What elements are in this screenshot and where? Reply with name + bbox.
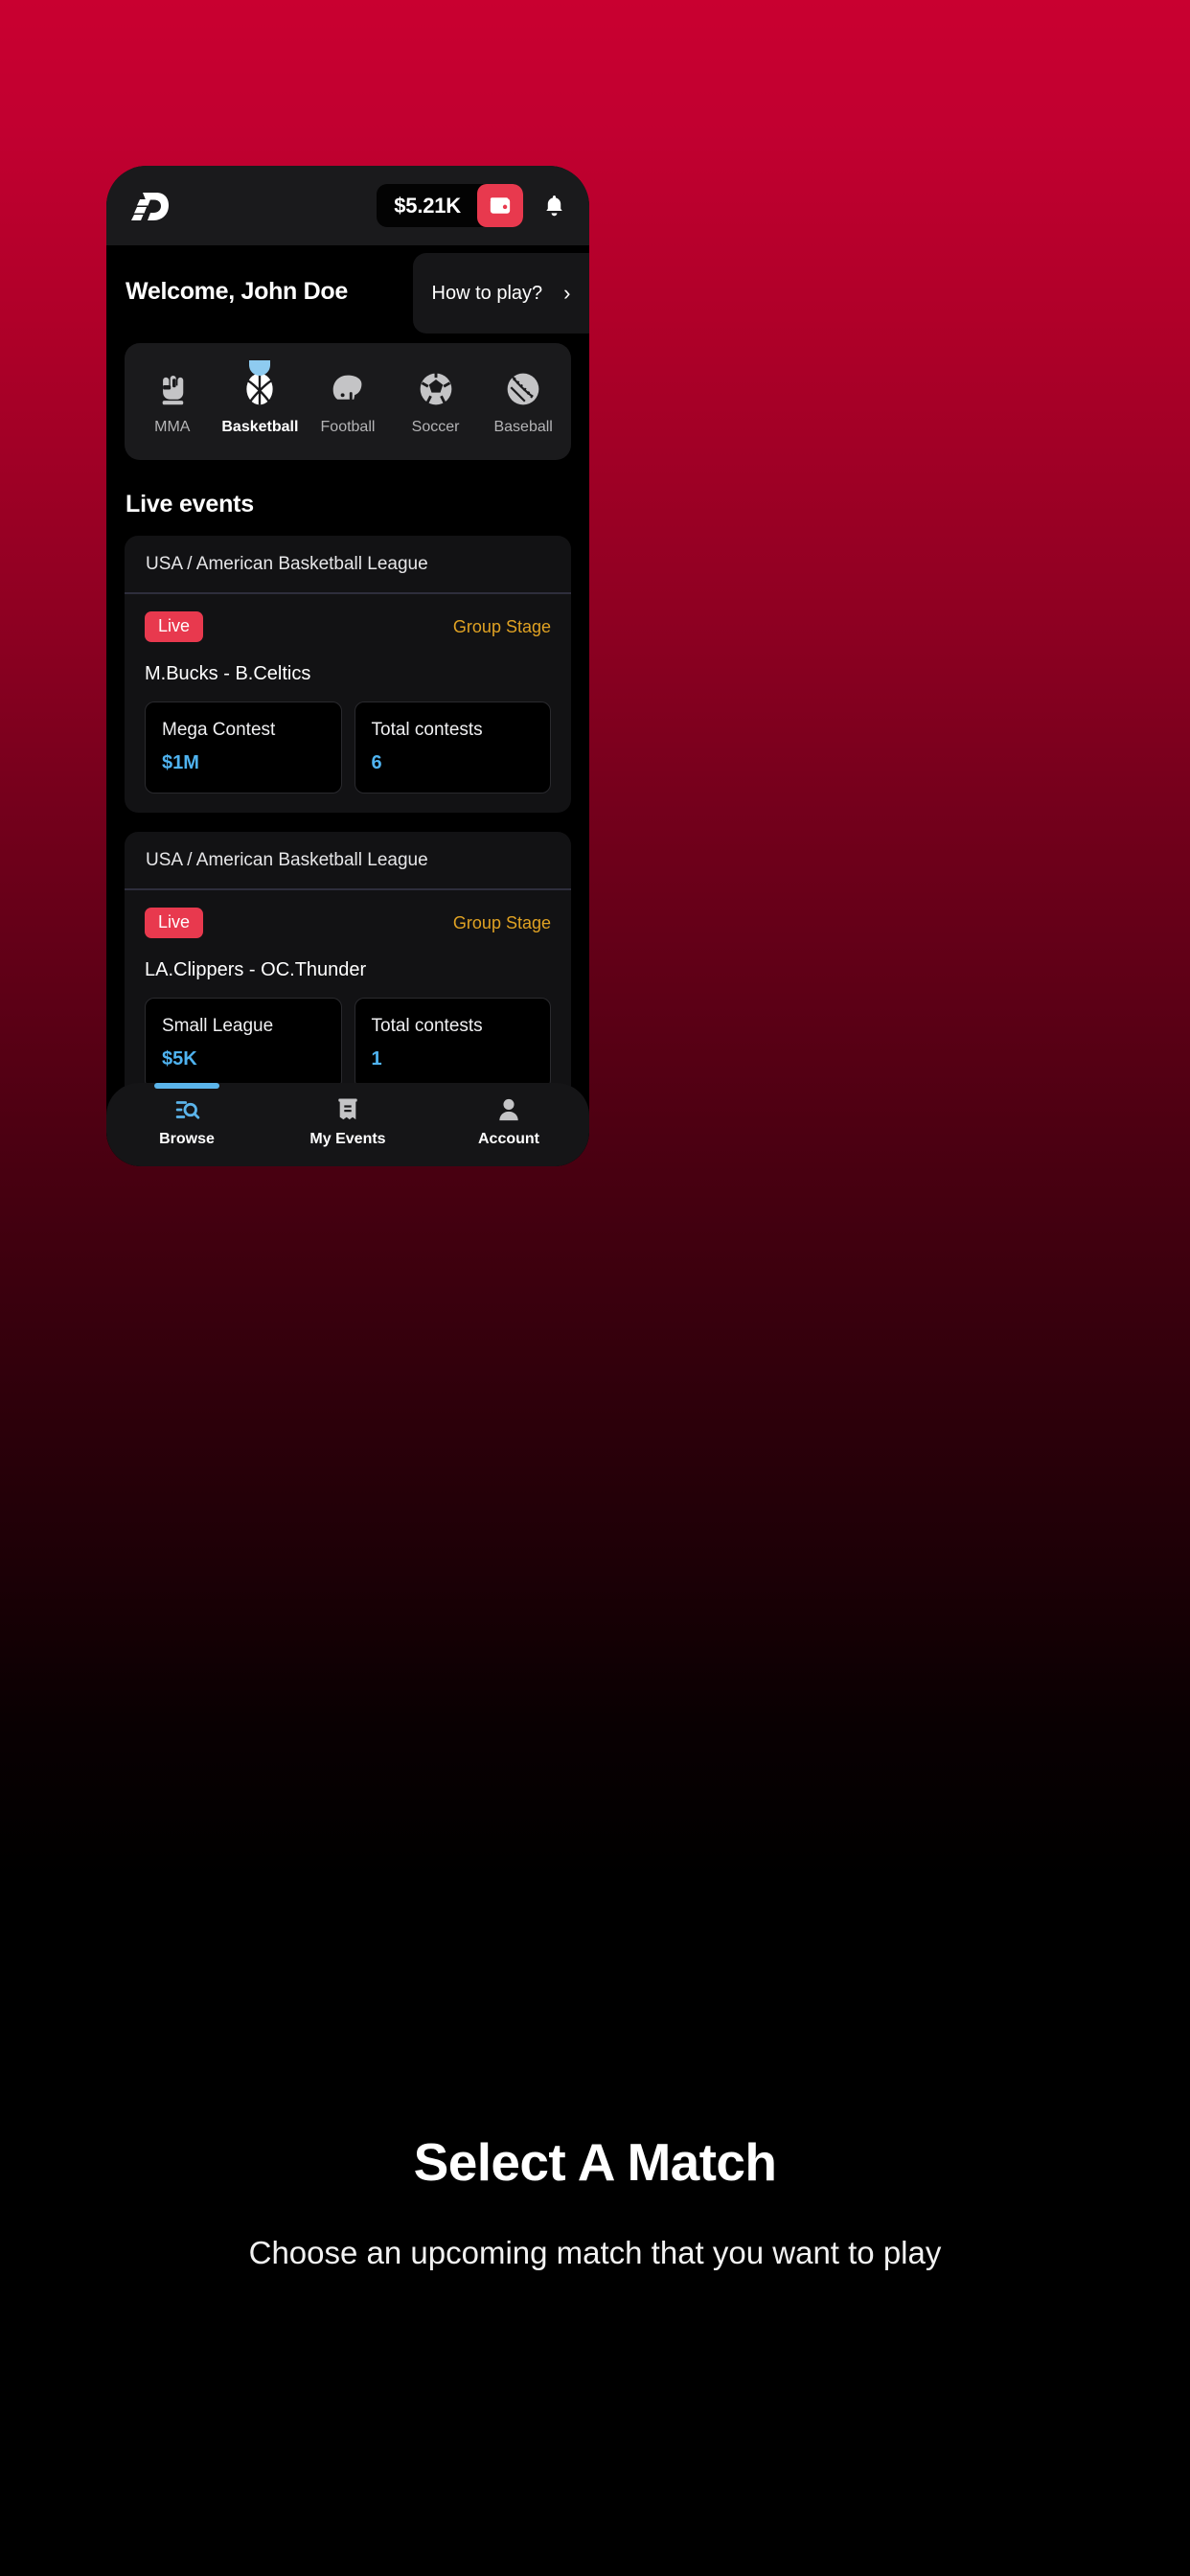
stat-value: $5K — [162, 1048, 197, 1070]
stat-label: Small League — [162, 1016, 274, 1036]
stat-label: Total contests — [371, 720, 483, 740]
status-badge: Live — [145, 611, 204, 642]
sport-tab-baseball[interactable]: Baseball — [479, 368, 567, 436]
sport-tab-basketball[interactable]: Basketball — [217, 359, 305, 436]
event-stage: Group Stage — [452, 912, 551, 932]
nav-label: Browse — [159, 1131, 215, 1147]
event-teams: M.Bucks - B.Celtics — [145, 663, 311, 684]
caption-title: Select A Match — [413, 2132, 777, 2192]
header-actions: $5.21K — [377, 184, 568, 227]
balance-amount: $5.21K — [394, 193, 461, 218]
live-events-list: USA / American Basketball League Live Gr… — [106, 536, 589, 1166]
stat-box[interactable]: Total contests 6 — [354, 702, 551, 794]
caption-subtitle: Choose an upcoming match that you want t… — [248, 2235, 942, 2270]
football-helmet-icon — [327, 368, 369, 410]
event-stage: Group Stage — [452, 616, 551, 636]
welcome-greeting: Welcome, John Doe — [126, 277, 348, 305]
browse-search-icon — [173, 1095, 200, 1124]
sport-tab-soccer[interactable]: Soccer — [392, 368, 480, 436]
stat-value: 1 — [371, 1048, 382, 1070]
stat-box[interactable]: Total contests 1 — [354, 998, 551, 1090]
baseball-icon — [502, 368, 544, 410]
event-status-row: Live Group Stage — [145, 908, 551, 938]
event-card[interactable]: USA / American Basketball League Live Gr… — [125, 536, 571, 813]
chevron-right-icon: › — [563, 281, 571, 305]
brand-p-logo-icon[interactable] — [127, 187, 172, 225]
status-badge: Live — [145, 908, 204, 938]
wallet-icon[interactable] — [477, 184, 523, 227]
nav-label: My Events — [309, 1131, 386, 1147]
bottom-navigation: Browse My Events Account — [106, 1083, 589, 1166]
sports-bar: MMA Basketball Football Soccer Baseball — [125, 343, 571, 460]
active-nav-indicator — [154, 1083, 219, 1089]
stat-label: Mega Contest — [162, 720, 276, 740]
event-stats: Mega Contest $1M Total contests 6 — [145, 702, 551, 794]
stat-value: 6 — [371, 752, 382, 773]
soccer-ball-icon — [415, 368, 457, 410]
event-body: Live Group Stage M.Bucks - B.Celtics Meg… — [125, 594, 571, 813]
live-events-title: Live events — [106, 460, 589, 536]
how-to-play-button[interactable]: How to play? › — [413, 253, 589, 334]
sport-tab-football[interactable]: Football — [304, 368, 392, 436]
how-to-play-label: How to play? — [431, 282, 543, 304]
sport-label: Football — [320, 418, 376, 435]
sport-label: Baseball — [493, 418, 553, 435]
event-teams: LA.Clippers - OC.Thunder — [145, 959, 367, 980]
nav-item-browse[interactable]: Browse — [106, 1083, 267, 1148]
balance-pill[interactable]: $5.21K — [377, 184, 523, 227]
phone-mockup: $5.21K Welcome, John Doe How to play? › … — [106, 166, 589, 1166]
event-league: USA / American Basketball League — [125, 536, 571, 594]
welcome-row: Welcome, John Doe How to play? › — [106, 245, 589, 337]
event-league: USA / American Basketball League — [125, 832, 571, 890]
sport-tab-mma[interactable]: MMA — [128, 368, 217, 436]
stat-box[interactable]: Small League $5K — [145, 998, 342, 1090]
person-icon — [497, 1095, 520, 1124]
stat-box[interactable]: Mega Contest $1M — [145, 702, 342, 794]
ticket-icon — [336, 1095, 359, 1124]
bell-icon[interactable] — [539, 190, 568, 222]
nav-item-account[interactable]: Account — [428, 1095, 589, 1148]
app-header: $5.21K — [106, 166, 589, 245]
sport-label: Soccer — [411, 418, 460, 435]
event-stats: Small League $5K Total contests 1 — [145, 998, 551, 1090]
sport-label: MMA — [154, 418, 191, 435]
sport-label: Basketball — [221, 418, 299, 435]
event-body: Live Group Stage LA.Clippers - OC.Thunde… — [125, 890, 571, 1109]
mma-glove-icon — [151, 368, 194, 410]
stat-label: Total contests — [371, 1016, 483, 1036]
event-status-row: Live Group Stage — [145, 611, 551, 642]
stat-value: $1M — [162, 752, 199, 773]
nav-label: Account — [478, 1131, 539, 1147]
caption-block: Select A Match Choose an upcoming match … — [0, 2131, 1190, 2275]
nav-item-my-events[interactable]: My Events — [267, 1095, 428, 1148]
event-card[interactable]: USA / American Basketball League Live Gr… — [125, 832, 571, 1109]
sports-category-strip: MMA Basketball Football Soccer Baseball — [106, 337, 589, 460]
